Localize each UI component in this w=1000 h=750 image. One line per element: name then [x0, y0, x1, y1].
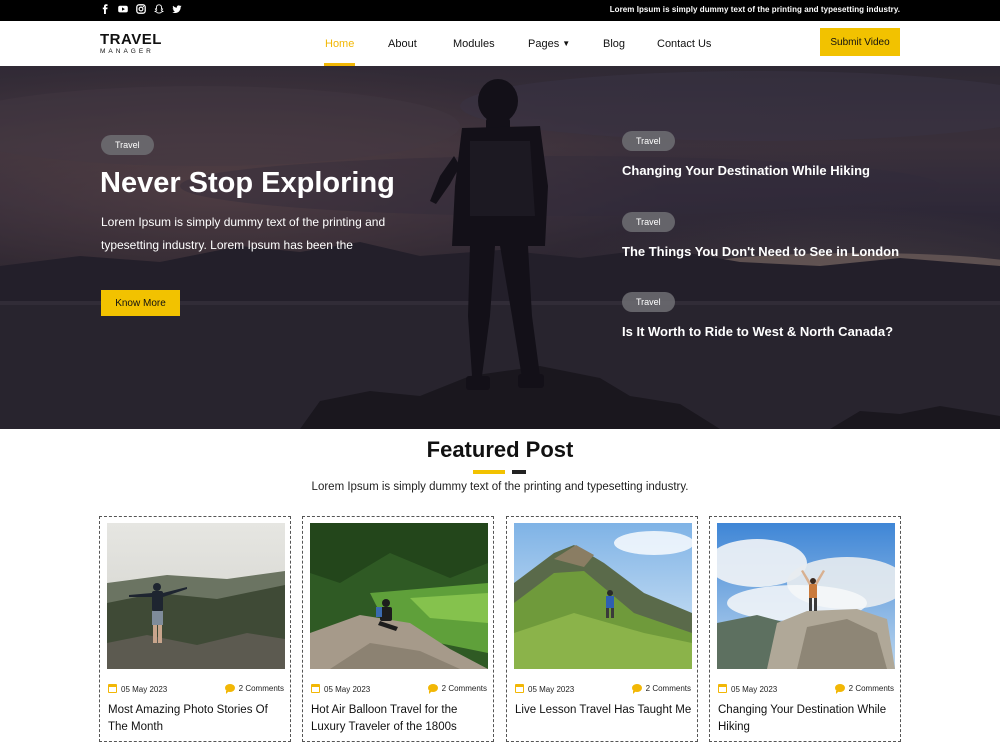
nav-item-pages[interactable]: Pages ▼ — [528, 38, 570, 50]
post-date: 05 May 2023 — [311, 684, 370, 694]
title-accent-bar — [473, 470, 505, 474]
post-card-meta: 05 May 2023 2 Comments — [311, 684, 487, 696]
snapchat-icon[interactable] — [154, 4, 164, 15]
post-card-image[interactable] — [514, 523, 692, 669]
side-post-tag[interactable]: Travel — [622, 212, 675, 232]
post-date: 05 May 2023 — [515, 684, 574, 694]
side-post-tag[interactable]: Travel — [622, 292, 675, 312]
side-post-title[interactable]: Is It Worth to Ride to West & North Cana… — [622, 324, 893, 339]
post-date-text: 05 May 2023 — [324, 685, 371, 694]
site-logo[interactable]: TRAVEL MANAGER — [100, 31, 162, 56]
post-date: 05 May 2023 — [108, 684, 167, 694]
logo-sub-text: MANAGER — [100, 48, 154, 55]
social-links — [100, 4, 182, 15]
featured-section-subtitle: Lorem Ipsum is simply dummy text of the … — [311, 481, 689, 493]
nav-item-contact[interactable]: Contact Us — [657, 38, 711, 50]
side-post-title[interactable]: The Things You Don't Need to See in Lond… — [622, 244, 899, 259]
post-comments-text: 2 Comments — [238, 684, 284, 693]
topbar-tagline: Lorem Ipsum is simply dummy text of the … — [609, 5, 900, 14]
nav-item-modules[interactable]: Modules — [453, 38, 495, 50]
chevron-down-icon: ▼ — [562, 39, 571, 48]
twitter-icon[interactable] — [172, 4, 182, 15]
side-post-tag[interactable]: Travel — [622, 131, 675, 151]
calendar-icon — [718, 684, 727, 693]
post-card[interactable]: 05 May 2023 2 Comments Changing Your Des… — [709, 516, 901, 742]
nav-item-about[interactable]: About — [388, 38, 417, 50]
instagram-icon[interactable] — [136, 4, 146, 15]
post-card-title[interactable]: Hot Air Balloon Travel for the Luxury Tr… — [311, 702, 489, 736]
post-card-title[interactable]: Most Amazing Photo Stories Of The Month — [108, 702, 286, 736]
post-card[interactable]: 05 May 2023 2 Comments Most Amazing Phot… — [99, 516, 291, 742]
facebook-icon[interactable] — [100, 4, 110, 15]
side-post-title[interactable]: Changing Your Destination While Hiking — [622, 163, 870, 178]
youtube-icon[interactable] — [118, 4, 128, 15]
know-more-button[interactable]: Know More — [101, 290, 180, 316]
featured-section-title: Featured Post — [426, 437, 574, 462]
post-card-meta: 05 May 2023 2 Comments — [108, 684, 284, 696]
hero-banner: Travel Never Stop Exploring Lorem Ipsum … — [0, 66, 1000, 429]
post-comments[interactable]: 2 Comments — [224, 684, 284, 694]
submit-video-button[interactable]: Submit Video — [820, 28, 900, 56]
comment-icon — [427, 684, 438, 694]
post-comments[interactable]: 2 Comments — [427, 684, 487, 694]
post-card-image[interactable] — [107, 523, 285, 669]
post-card[interactable]: 05 May 2023 2 Comments Hot Air Balloon T… — [302, 516, 494, 742]
hero-category-tag[interactable]: Travel — [101, 135, 154, 155]
post-comments-text: 2 Comments — [848, 684, 894, 693]
post-card-meta: 05 May 2023 2 Comments — [718, 684, 894, 696]
hero-description: Lorem Ipsum is simply dummy text of the … — [101, 215, 386, 252]
post-date-text: 05 May 2023 — [121, 685, 168, 694]
nav-item-home[interactable]: Home — [325, 38, 354, 50]
post-date-text: 05 May 2023 — [731, 685, 778, 694]
post-card-image[interactable] — [717, 523, 895, 669]
post-card-title[interactable]: Changing Your Destination While Hiking — [718, 702, 896, 736]
comment-icon — [631, 684, 642, 694]
comment-icon — [224, 684, 235, 694]
hero-title: Never Stop Exploring — [100, 167, 395, 199]
post-card-meta: 05 May 2023 2 Comments — [515, 684, 691, 696]
title-accent-dash — [512, 470, 526, 474]
main-navbar: TRAVEL MANAGER Home About Modules Pages ▼… — [0, 21, 1000, 66]
post-comments-text: 2 Comments — [441, 684, 487, 693]
post-card-image[interactable] — [310, 523, 488, 669]
nav-item-blog[interactable]: Blog — [603, 38, 625, 50]
calendar-icon — [108, 684, 117, 693]
logo-main-text: TRAVEL — [100, 31, 162, 48]
post-card-title[interactable]: Live Lesson Travel Has Taught Me — [515, 702, 693, 719]
top-bar: Lorem Ipsum is simply dummy text of the … — [0, 0, 1000, 21]
post-date-text: 05 May 2023 — [528, 685, 575, 694]
post-comments[interactable]: 2 Comments — [631, 684, 691, 694]
post-date: 05 May 2023 — [718, 684, 777, 694]
post-comments[interactable]: 2 Comments — [834, 684, 894, 694]
post-card[interactable]: 05 May 2023 2 Comments Live Lesson Trave… — [506, 516, 698, 742]
comment-icon — [834, 684, 845, 694]
calendar-icon — [515, 684, 524, 693]
nav-item-pages-label: Pages — [528, 38, 560, 50]
calendar-icon — [311, 684, 320, 693]
post-comments-text: 2 Comments — [645, 684, 691, 693]
